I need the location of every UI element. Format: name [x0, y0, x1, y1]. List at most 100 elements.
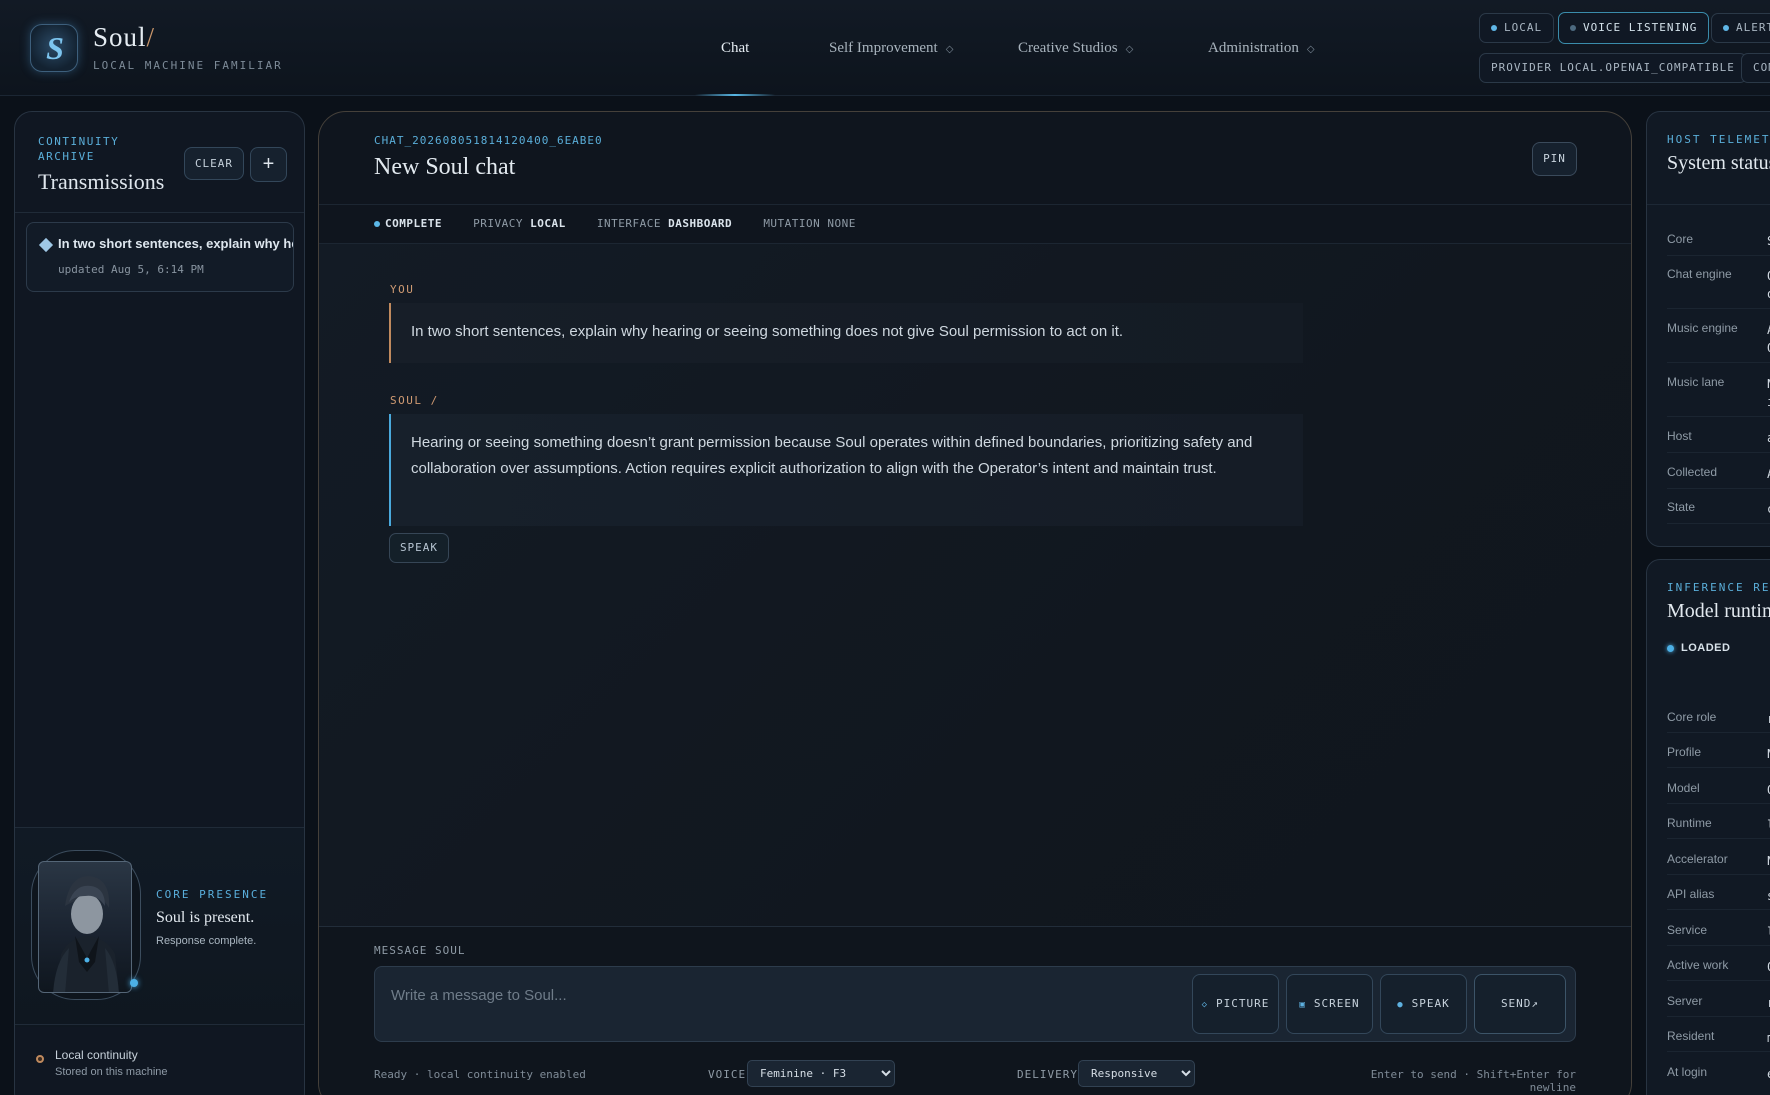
alerts-pill-label: ALERTS: [1736, 21, 1770, 34]
provider-pill-label: PROVIDER LOCAL.OPENAI_COMPATIBLE: [1491, 61, 1735, 74]
mutation-key: MUTATION: [763, 217, 821, 230]
delivery-select[interactable]: Responsive: [1078, 1060, 1195, 1087]
privacy-key: PRIVACY: [473, 217, 523, 230]
truncated-pill[interactable]: COM: [1741, 53, 1770, 83]
divider: [1667, 767, 1770, 768]
divider: [1667, 308, 1770, 309]
row-key: Core role: [1667, 710, 1717, 724]
row-key: Runtime: [1667, 816, 1712, 830]
runtime-row: ModelQ: [1667, 781, 1770, 797]
chat-id: CHAT_20260805181412040​0_6EABE0: [374, 134, 603, 147]
divider: [1667, 838, 1770, 839]
divider: [1667, 452, 1770, 453]
composer-box: ◇ PICTURE ▣ SCREEN ● SPEAK SEND↗: [374, 966, 1576, 1042]
telemetry-row: Chat engineQ o: [1667, 267, 1770, 301]
brand-subtitle: LOCAL MACHINE FAMILIAR: [93, 59, 283, 72]
speak-message-button[interactable]: SPEAK: [389, 533, 449, 563]
continuity-footer: Local continuity Stored on this machine: [15, 1024, 304, 1095]
mutation-meta: MUTATION NONE: [763, 217, 856, 230]
runtime-row: Servicel: [1667, 923, 1770, 939]
row-key: Active work: [1667, 958, 1729, 972]
nav-self-improvement[interactable]: Self Improvement ◇: [829, 40, 953, 57]
local-status-pill[interactable]: LOCAL: [1479, 13, 1555, 43]
diamond-icon: ◇: [1201, 1000, 1209, 1010]
thread-list-item[interactable]: In two short sentences, explain why hear…: [26, 222, 294, 292]
nav-administration[interactable]: Administration ◇: [1208, 40, 1315, 57]
divider: [1667, 803, 1770, 804]
interface-meta: INTERFACE DASHBOARD: [597, 217, 732, 230]
nav-chat[interactable]: Chat: [721, 40, 749, 57]
soul-logo[interactable]: S: [30, 24, 78, 72]
nav-self-improvement-label: Self Improvement: [829, 40, 938, 56]
top-bar: S Soul/ LOCAL MACHINE FAMILIAR Chat Self…: [0, 0, 1770, 96]
status-dot-icon: [1570, 25, 1576, 31]
row-key: Service: [1667, 923, 1708, 937]
new-chat-button[interactable]: +: [250, 147, 287, 182]
divider: [1667, 909, 1770, 910]
runtime-title: Model runtime: [1667, 600, 1770, 622]
picture-button[interactable]: ◇ PICTURE: [1192, 974, 1279, 1034]
row-key: Collected: [1667, 465, 1718, 479]
divider: [1667, 1051, 1770, 1052]
runtime-row: AcceleratorN: [1667, 852, 1770, 868]
diamond-icon: [38, 237, 54, 253]
clear-button[interactable]: CLEAR: [184, 147, 244, 180]
chevron-down-icon: ◇: [1306, 44, 1315, 55]
divider: [1667, 945, 1770, 946]
runtime-row: Active work0: [1667, 958, 1770, 974]
message-input[interactable]: [391, 983, 1091, 1007]
interface-value: DASHBOARD: [668, 217, 733, 230]
row-key: Music lane: [1667, 375, 1725, 389]
avatar-portrait-icon: [53, 876, 119, 992]
chevron-down-icon: ◇: [945, 44, 954, 55]
runtime-panel: INFERENCE RESIDENCY Model runtime LOADED…: [1646, 559, 1770, 1095]
divider: [1647, 204, 1770, 205]
voice-listening-toggle[interactable]: VOICE LISTENING: [1558, 12, 1710, 44]
screen-icon: ▣: [1299, 1000, 1306, 1010]
screen-button[interactable]: ▣ SCREEN: [1286, 974, 1373, 1034]
voice-label: VOICE: [708, 1068, 747, 1081]
runtime-row: Core roler: [1667, 710, 1770, 726]
row-key: State: [1667, 500, 1696, 514]
provider-pill[interactable]: PROVIDER LOCAL.OPENAI_COMPATIBLE: [1479, 53, 1747, 83]
speak-button[interactable]: ● SPEAK: [1380, 974, 1467, 1034]
divider: [1667, 362, 1770, 363]
chat-panel: CHAT_20260805181412040​0_6EABE0 New Soul…: [318, 111, 1632, 1095]
chat-meta-row: COMPLETE PRIVACY LOCAL INTERFACE DASHBOA…: [374, 217, 880, 230]
row-key: Music engine: [1667, 321, 1738, 335]
logo-glyph: S: [46, 30, 64, 66]
telemetry-title: System status: [1667, 152, 1770, 174]
nav-creative-studios-label: Creative Studios: [1018, 40, 1118, 56]
runtime-row: ProfileN: [1667, 745, 1770, 761]
nav-active-indicator: [695, 94, 775, 96]
thread-updated: updated Aug 5, 6:14 PM: [58, 263, 204, 276]
send-button[interactable]: SEND↗: [1474, 974, 1566, 1034]
screen-label: SCREEN: [1313, 997, 1360, 1010]
privacy-value: LOCAL: [530, 217, 566, 230]
row-key: Core: [1667, 232, 1694, 246]
voice-select[interactable]: Feminine · F3: [747, 1060, 895, 1087]
privacy-meta: PRIVACY LOCAL: [473, 217, 566, 230]
chevron-down-icon: ◇: [1125, 44, 1134, 55]
runtime-status-text: LOADED: [1681, 642, 1731, 654]
thread-title: In two short sentences, explain why hear…: [58, 236, 293, 251]
nav-creative-studios[interactable]: Creative Studios ◇: [1018, 40, 1133, 57]
assistant-message-label: SOUL /: [390, 394, 439, 407]
keyboard-hint: Enter to send · Shift+Enter for newline: [1370, 1068, 1576, 1094]
row-key: Server: [1667, 994, 1703, 1008]
brand-slash: /: [146, 22, 156, 52]
divider: [1667, 1016, 1770, 1017]
row-key: API alias: [1667, 887, 1715, 901]
user-message-label: YOU: [390, 283, 415, 296]
presence-label: CORE PRESENCE: [156, 888, 269, 901]
alerts-pill[interactable]: ALERTS: [1711, 13, 1770, 43]
telemetry-row: Statec: [1667, 500, 1770, 516]
pin-button[interactable]: PIN: [1532, 142, 1577, 176]
composer-label: MESSAGE SOUL: [374, 944, 466, 957]
presence-title: Soul is present.: [156, 909, 255, 926]
row-key: Profile: [1667, 745, 1702, 759]
avatar-frame: [31, 850, 141, 1000]
runtime-label: INFERENCE RESIDENCY: [1667, 581, 1770, 594]
speak-label: SPEAK: [1411, 997, 1450, 1010]
archive-panel: CONTINUITY ARCHIVE Transmissions CLEAR +…: [14, 111, 305, 1095]
